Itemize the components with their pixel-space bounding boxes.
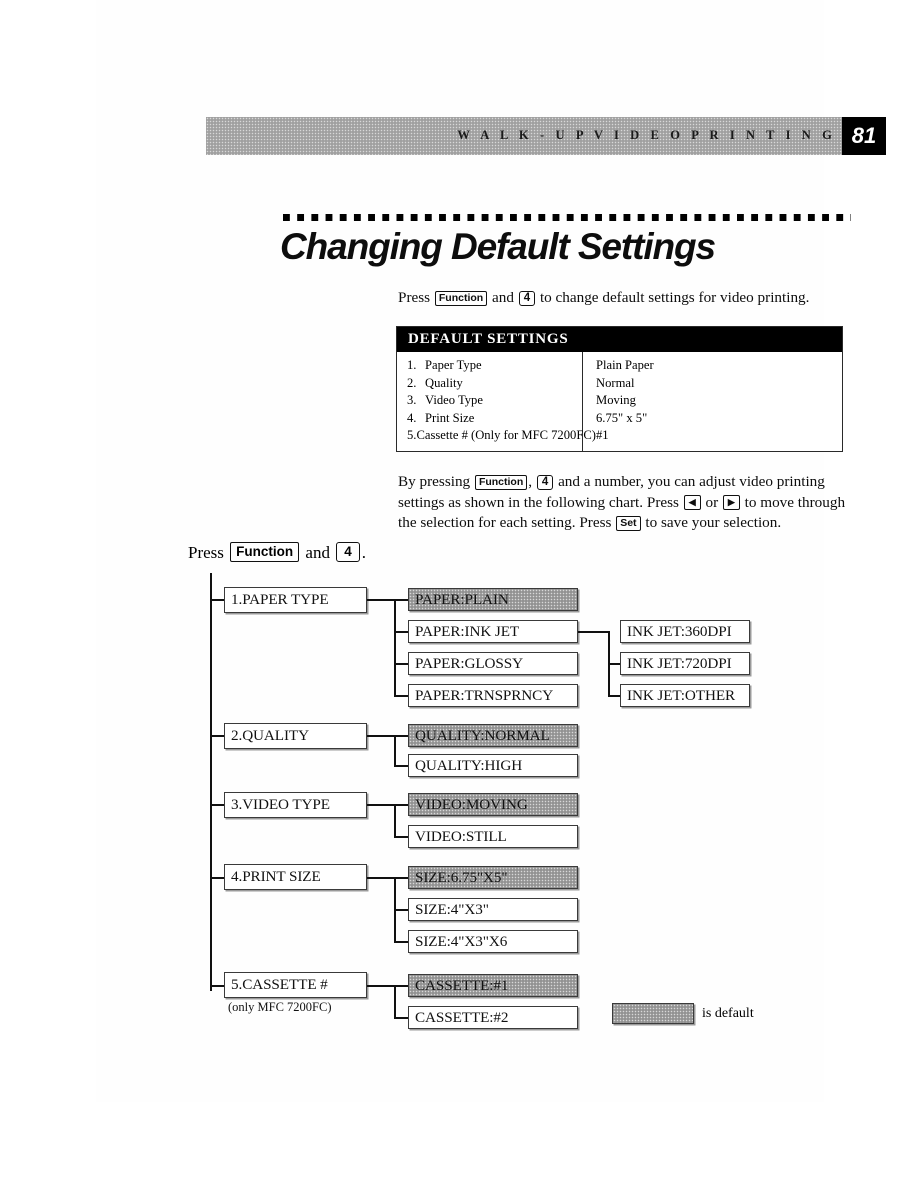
- row-value: Moving: [596, 393, 636, 408]
- row-name: Video Type: [425, 393, 483, 408]
- page-header: W A L K - U P V I D E O P R I N T I N G …: [206, 117, 886, 155]
- default-settings-table: DEFAULT SETTINGS 1. Paper Type 2. Qualit…: [396, 326, 843, 452]
- table-row: 1. Paper Type: [397, 357, 582, 375]
- right-arrow-key-icon: ▶: [722, 495, 740, 510]
- body-text-1: By pressing: [398, 473, 471, 490]
- row-index: 2.: [407, 375, 417, 390]
- row-index: 1.: [407, 358, 417, 372]
- body-paragraph: By pressing Function, 4 and a number, yo…: [398, 472, 848, 534]
- table-row: 4. Print Size: [397, 410, 582, 428]
- row-value: 6.75" x 5": [596, 410, 648, 425]
- intro-text-between: and: [492, 289, 514, 306]
- settings-values-column: Plain Paper Normal Moving 6.75" x 5" #1: [583, 352, 842, 451]
- body-text-2: ,: [528, 473, 533, 490]
- row-name: Paper Type: [425, 358, 482, 372]
- page-number: 81: [851, 123, 877, 148]
- default-settings-heading: DEFAULT SETTINGS: [397, 327, 842, 352]
- settings-names-column: 1. Paper Type 2. Quality 3. Video Type 4…: [397, 352, 596, 451]
- table-row: 2. Quality: [397, 375, 582, 393]
- page-number-box: 81: [842, 117, 886, 155]
- row-value: Plain Paper: [596, 358, 654, 372]
- section-title: Changing Default Settings: [280, 226, 716, 267]
- document-page: W A L K - U P V I D E O P R I N T I N G …: [96, 0, 886, 1102]
- function-key-icon: Function: [474, 474, 528, 490]
- row-index: 4.: [407, 410, 417, 425]
- intro-text-before: Press: [398, 289, 431, 306]
- header-title: W A L K - U P V I D E O P R I N T I N G: [457, 128, 836, 142]
- intro-paragraph: Press Function and 4 to change default s…: [398, 288, 848, 309]
- row-name: Print Size: [425, 410, 475, 425]
- left-arrow-key-icon: ◀: [683, 495, 701, 510]
- body-text-6: to save your selection.: [645, 514, 782, 531]
- body-text-4: or: [705, 493, 719, 511]
- default-settings-body: 1. Paper Type 2. Quality 3. Video Type 4…: [397, 352, 842, 451]
- set-key-icon: Set: [616, 515, 641, 531]
- row-name: Quality: [425, 375, 463, 390]
- dotted-rule-decoration: [283, 214, 851, 221]
- row-value: #1: [596, 428, 609, 443]
- row-index: 3.: [407, 393, 417, 408]
- table-row: 5. Cassette # (Only for MFC 7200FC): [397, 427, 596, 445]
- number-key-4-icon: 4: [536, 474, 554, 490]
- number-key-4-icon: 4: [518, 290, 536, 306]
- row-value: Normal: [596, 375, 635, 390]
- function-key-icon: Function: [434, 290, 488, 306]
- table-row: 3. Video Type: [397, 392, 582, 410]
- intro-text-after: to change default settings for video pri…: [539, 289, 810, 306]
- row-index: 5.: [407, 428, 417, 443]
- row-name: Cassette # (Only for MFC 7200FC): [416, 428, 596, 443]
